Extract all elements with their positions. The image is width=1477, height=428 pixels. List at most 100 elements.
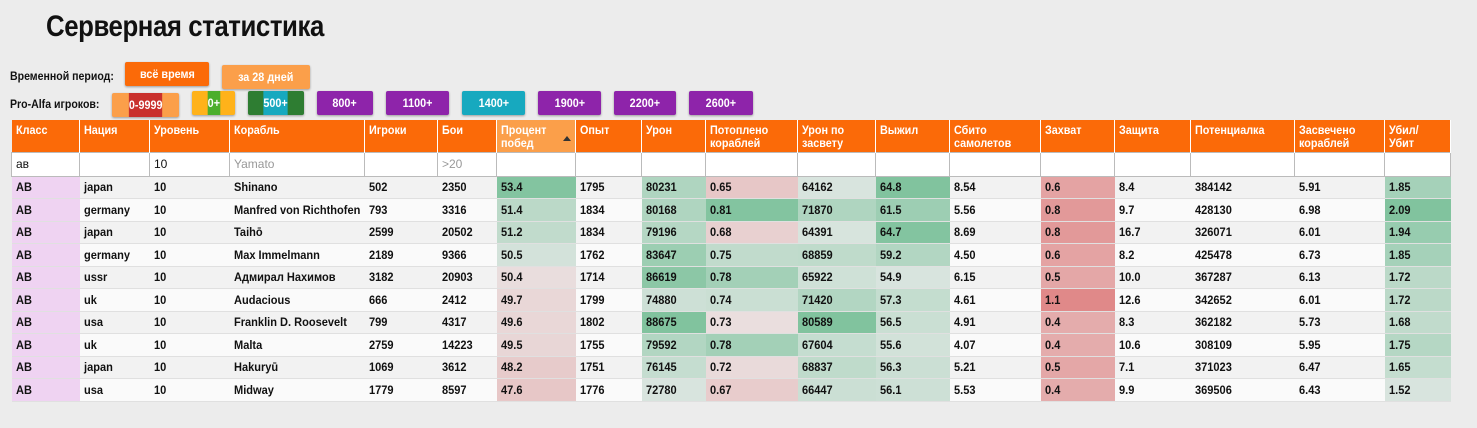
pro-button-0[interactable]: 0+ <box>192 91 235 115</box>
cell-value: 326071 <box>1194 225 1232 240</box>
filter-nation-input[interactable] <box>82 157 151 171</box>
cell-class: АВ <box>11 221 80 244</box>
cell-value: АВ <box>15 202 32 217</box>
cell-kd: 1.52 <box>1384 378 1451 402</box>
cell-spotted: 5.95 <box>1294 333 1385 357</box>
cell-winrate: 47.6 <box>496 378 576 402</box>
col-nation-header[interactable]: Нация <box>79 120 150 152</box>
col-kills-header[interactable]: Потоплено кораблей <box>705 120 798 152</box>
cell-class: АВ <box>11 356 80 379</box>
col-capture-header[interactable]: Захват <box>1040 120 1115 152</box>
col-planes-header[interactable]: Сбито самолетов <box>949 120 1041 152</box>
cell-damage: 79196 <box>641 221 706 244</box>
cell-spotted: 6.13 <box>1294 266 1385 289</box>
pro-button-1400[interactable]: 1400+ <box>462 91 525 115</box>
filter-kd-input[interactable] <box>1387 157 1452 171</box>
col-damage-header[interactable]: Урон <box>641 120 706 152</box>
col-xp-header[interactable]: Опыт <box>575 120 642 152</box>
pro-button-1900[interactable]: 1900+ <box>538 91 601 115</box>
pro-button-label: 2600+ <box>705 96 737 110</box>
table-row: АВ usa 10 Midway 1779 8597 47.6 1776 72780 0.67 66… <box>11 378 1451 402</box>
filter-class-input[interactable] <box>14 157 81 171</box>
cell-defense: 7.1 <box>1114 356 1191 379</box>
cell-nation: japan <box>79 176 150 199</box>
cell-value: 5.21 <box>953 360 975 375</box>
filter-kills-input[interactable] <box>708 157 799 171</box>
cell-battles: 9366 <box>437 243 497 267</box>
col-level-header[interactable]: Уровень <box>149 120 230 152</box>
cell-value: 502 <box>368 180 387 195</box>
col-kd-header[interactable]: Убил/ Убит <box>1384 120 1451 152</box>
header-label: Бои <box>442 123 464 137</box>
cell-damage: 80231 <box>641 176 706 199</box>
filter-planes-input[interactable] <box>952 157 1042 171</box>
cell-value: 4.61 <box>953 292 975 307</box>
cell-value: 71870 <box>801 202 833 217</box>
col-winrate-header[interactable]: Процент побед <box>496 120 576 152</box>
cell-value: 9.7 <box>1118 202 1134 217</box>
filter-damage-input[interactable] <box>644 157 707 171</box>
cell-level: 10 <box>149 333 230 357</box>
col-players-header[interactable]: Игроки <box>364 120 438 152</box>
cell-value: 66447 <box>801 382 833 397</box>
cell-potential: 342652 <box>1190 288 1295 312</box>
col-defense-header[interactable]: Защита <box>1114 120 1191 152</box>
cell-value: 5.56 <box>953 202 975 217</box>
cell-value: 67604 <box>801 337 833 352</box>
pro-button-0-9999[interactable]: 0-9999 <box>112 93 179 117</box>
cell-spot-damage: 68859 <box>797 243 876 267</box>
cell-survived: 55.6 <box>875 333 950 357</box>
filter-winrate-input[interactable] <box>499 157 577 171</box>
filter-players-input[interactable] <box>367 157 439 171</box>
cell-value: 9366 <box>441 247 467 262</box>
pro-button-500[interactable]: 500+ <box>248 91 304 115</box>
cell-spotted: 5.73 <box>1294 311 1385 334</box>
filter-level-input[interactable] <box>152 157 231 171</box>
cell-ship: Manfred von Richthofen <box>229 198 365 222</box>
filter-spot-damage-input[interactable] <box>800 157 877 171</box>
col-class-header[interactable]: Класс <box>11 120 80 152</box>
period-28-days-button[interactable]: за 28 дней <box>222 65 310 89</box>
cell-kd: 1.85 <box>1384 176 1451 199</box>
cell-survived: 56.5 <box>875 311 950 334</box>
col-survived-header[interactable]: Выжил <box>875 120 950 152</box>
cell-xp: 1834 <box>575 221 642 244</box>
cell-value: 384142 <box>1194 180 1232 195</box>
filter-spotted-input[interactable] <box>1297 157 1386 171</box>
table-row: АВ germany 10 Manfred von Richthofen 793 3316… <box>11 198 1451 222</box>
pro-button-800[interactable]: 800+ <box>317 91 373 115</box>
filter-potential-input[interactable] <box>1193 157 1296 171</box>
filter-battles-input[interactable] <box>440 157 498 171</box>
cell-value: 1762 <box>579 247 605 262</box>
filter-defense-input[interactable] <box>1117 157 1192 171</box>
cell-value: 1.72 <box>1388 292 1410 307</box>
period-all-time-button[interactable]: всё время <box>125 62 209 86</box>
cell-value: АВ <box>15 315 32 330</box>
cell-defense: 10.6 <box>1114 333 1191 357</box>
cell-players: 799 <box>364 311 438 334</box>
pro-button-2200[interactable]: 2200+ <box>614 91 676 115</box>
cell-defense: 9.9 <box>1114 378 1191 402</box>
filter-survived-input[interactable] <box>878 157 951 171</box>
col-potential-header[interactable]: Потенциалка <box>1190 120 1295 152</box>
filter-xp-input[interactable] <box>578 157 643 171</box>
cell-value: 8597 <box>441 382 467 397</box>
col-spotted-header[interactable]: Засвечено кораблей <box>1294 120 1385 152</box>
col-battles-header[interactable]: Бои <box>437 120 497 152</box>
cell-value: 371023 <box>1194 360 1232 375</box>
cell-value: 76145 <box>645 360 677 375</box>
cell-value: АВ <box>15 337 32 352</box>
cell-survived: 57.3 <box>875 288 950 312</box>
filter-capture-input[interactable] <box>1043 157 1116 171</box>
col-ship-header[interactable]: Корабль <box>229 120 365 152</box>
cell-class: АВ <box>11 311 80 334</box>
cell-value: 2350 <box>441 180 467 195</box>
col-spot-damage-header[interactable]: Урон по засвету <box>797 120 876 152</box>
filter-ship-input[interactable] <box>232 157 366 171</box>
pro-button-2600[interactable]: 2600+ <box>689 91 753 115</box>
cell-value: 47.6 <box>500 382 522 397</box>
pro-button-1100[interactable]: 1100+ <box>386 91 449 115</box>
cell-value: 3182 <box>368 270 394 285</box>
cell-xp: 1714 <box>575 266 642 289</box>
cell-xp: 1795 <box>575 176 642 199</box>
